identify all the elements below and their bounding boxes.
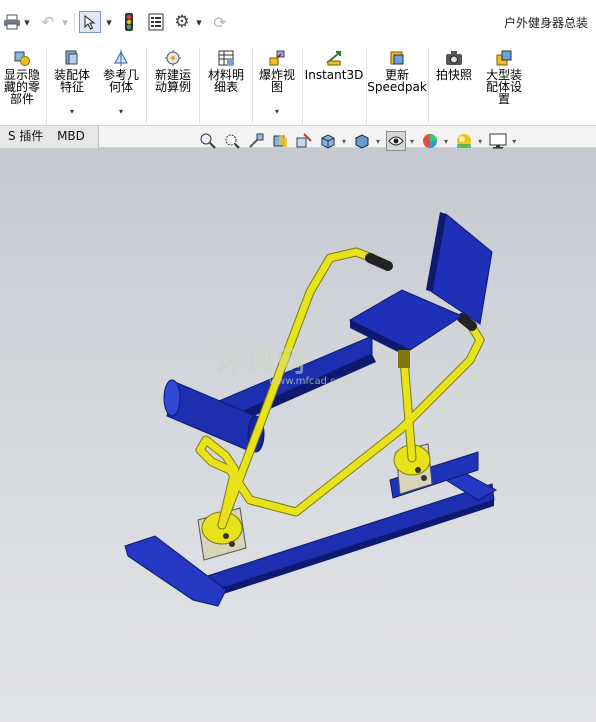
watermark: 沐风网 www.mfcad.com <box>217 340 352 387</box>
base-long-rail-side <box>198 500 494 602</box>
watermark-text: 沐风网 <box>217 345 308 378</box>
bolt <box>415 467 421 473</box>
bolt <box>421 475 427 481</box>
handle-grip <box>365 253 393 271</box>
bolt <box>229 541 235 547</box>
handle-grip <box>457 313 477 331</box>
watermark-url: www.mfcad.com <box>269 376 352 387</box>
seat-post <box>398 350 410 368</box>
bolt <box>223 533 229 539</box>
